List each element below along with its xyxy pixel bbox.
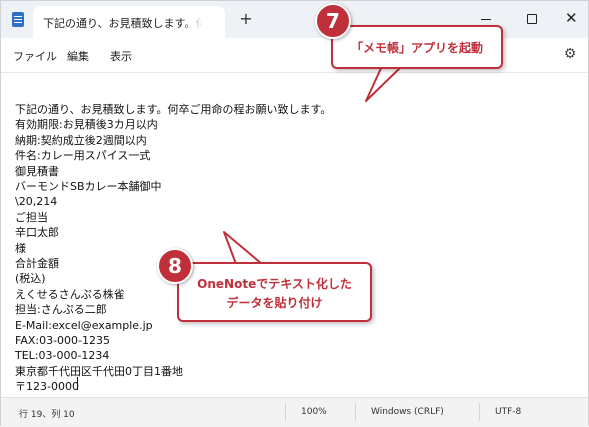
callout-step-7: 「メモ帳」アプリを起動 bbox=[331, 25, 503, 69]
callout-step-8-line2: データを貼り付け bbox=[226, 296, 323, 310]
step-7-badge: 7 bbox=[315, 3, 351, 39]
callout-8-pointer bbox=[223, 231, 263, 265]
callout-7-pointer bbox=[365, 65, 403, 102]
callout-step-7-text: 「メモ帳」アプリを起動 bbox=[350, 41, 483, 55]
callout-step-8: OneNoteでテキスト化した データを貼り付け bbox=[177, 262, 372, 322]
callout-step-8-line1: OneNoteでテキスト化した bbox=[197, 277, 352, 291]
step-8-badge: 8 bbox=[157, 248, 193, 284]
